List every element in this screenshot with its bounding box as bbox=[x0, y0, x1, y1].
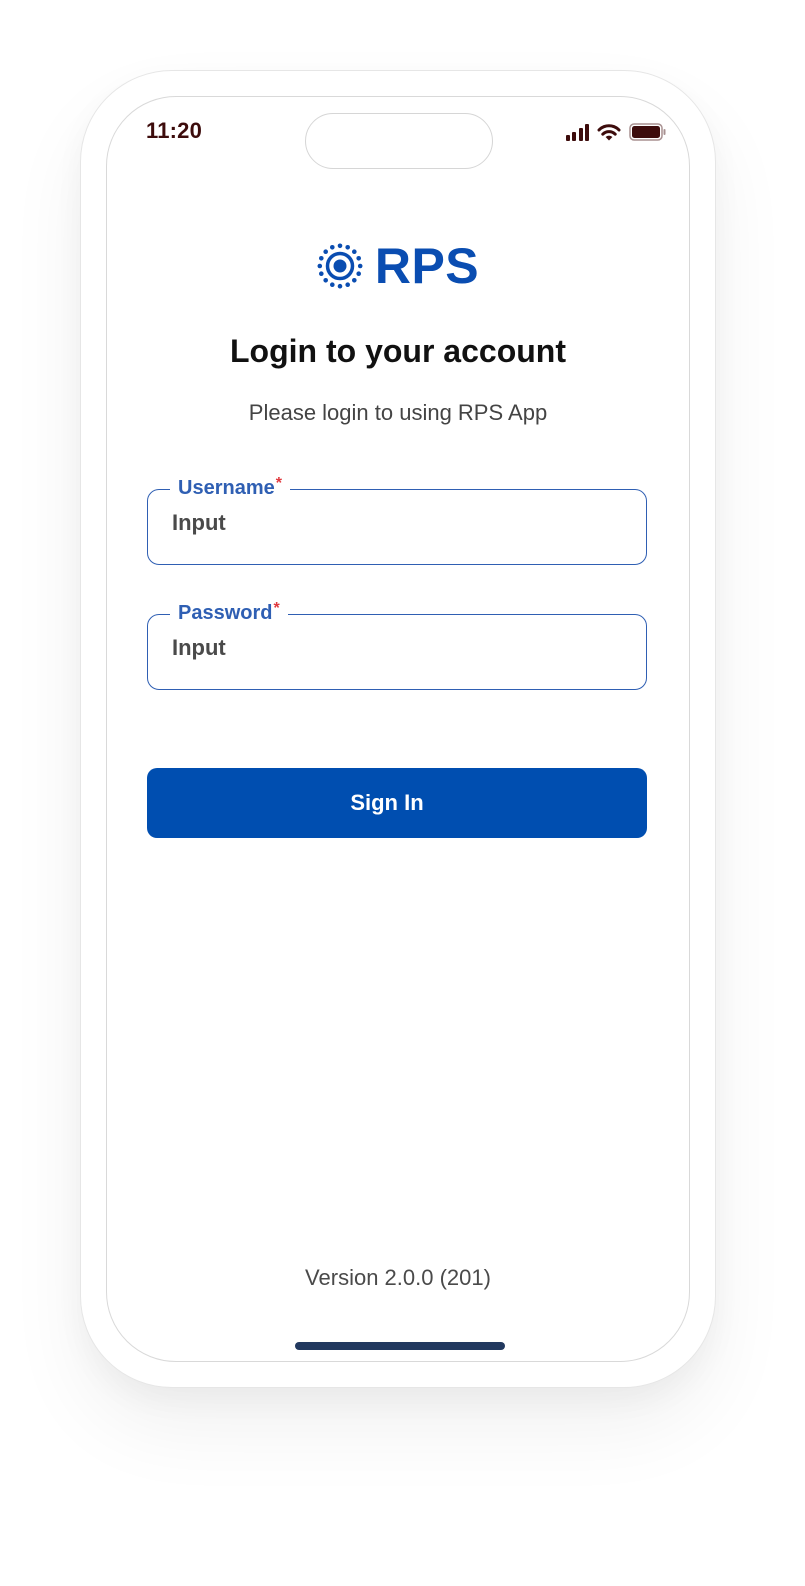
status-icons bbox=[565, 122, 668, 141]
password-field[interactable]: Password * Input bbox=[147, 598, 647, 690]
username-label-text: Username bbox=[178, 477, 275, 499]
brand-name: RPS bbox=[374, 238, 480, 294]
required-mark: * bbox=[273, 600, 280, 617]
brand-logo: RPS bbox=[107, 241, 689, 291]
sun-dots-icon bbox=[317, 243, 363, 289]
sign-in-label: Sign In bbox=[350, 790, 424, 815]
home-indicator[interactable] bbox=[295, 1342, 505, 1350]
password-label: Password * bbox=[170, 598, 288, 628]
username-input[interactable]: Input bbox=[172, 510, 226, 536]
username-field[interactable]: Username * Input bbox=[147, 473, 647, 565]
username-label: Username * bbox=[170, 473, 290, 503]
page: 11:20 RPS Login to your account Please l… bbox=[0, 0, 805, 1586]
battery-icon bbox=[629, 123, 667, 141]
page-title: Login to your account bbox=[230, 333, 566, 369]
password-label-text: Password bbox=[178, 602, 273, 624]
password-input[interactable]: Input bbox=[172, 635, 226, 661]
wifi-icon bbox=[597, 122, 621, 141]
cellular-signal-icon bbox=[565, 123, 589, 141]
required-mark: * bbox=[275, 475, 282, 492]
dynamic-island bbox=[305, 113, 493, 169]
app-screen: 11:20 RPS Login to your account Please l… bbox=[106, 96, 690, 1362]
status-time: 11:20 bbox=[146, 118, 203, 143]
page-subtitle: Please login to using RPS App bbox=[248, 400, 548, 425]
sign-in-button[interactable]: Sign In bbox=[147, 768, 647, 838]
app-version: Version 2.0.0 (201) bbox=[305, 1265, 491, 1290]
